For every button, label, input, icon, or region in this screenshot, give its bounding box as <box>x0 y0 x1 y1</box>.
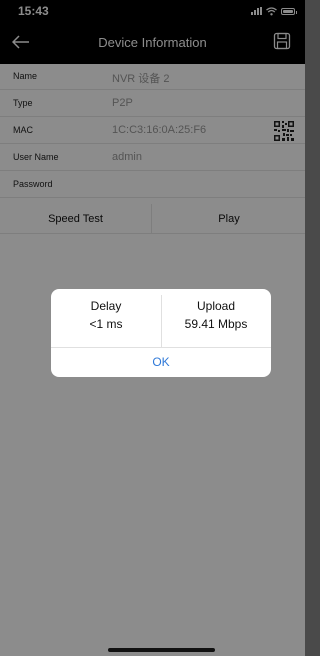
delay-label: Delay <box>90 299 122 313</box>
upload-block: Upload 59.41 Mbps <box>161 299 271 331</box>
upload-label: Upload <box>196 299 236 313</box>
app-screen: 15:43 Device Information Name NVR 设备 2 T… <box>0 0 305 656</box>
speed-test-dialog: Delay <1 ms Upload 59.41 Mbps OK <box>51 289 271 377</box>
home-indicator[interactable] <box>108 648 215 652</box>
upload-value: 59.41 Mbps <box>184 317 248 331</box>
ok-button[interactable]: OK <box>51 348 271 377</box>
delay-value: <1 ms <box>89 317 123 331</box>
delay-block: Delay <1 ms <box>51 299 161 331</box>
